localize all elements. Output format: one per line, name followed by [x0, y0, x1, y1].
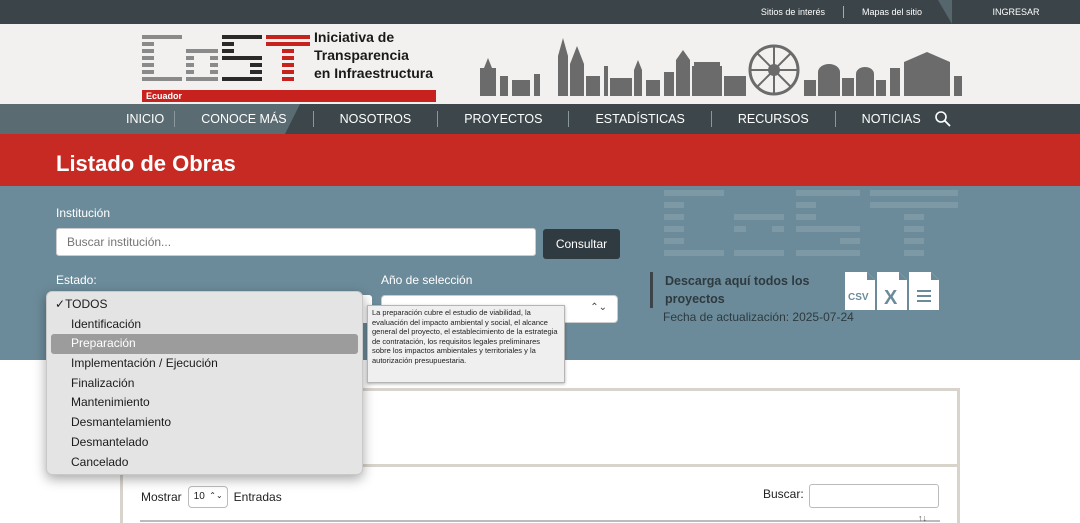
nav-item-estadisticas[interactable]: ESTADÍSTICAS — [569, 111, 712, 127]
nav-items: INICIO CONOCE MÁS NOSOTROS PROYECTOS EST… — [108, 104, 947, 134]
csv-text: CSV — [848, 292, 869, 303]
nav-item-proyectos[interactable]: PROYECTOS — [438, 111, 570, 127]
estado-option-mantenimiento[interactable]: Mantenimiento — [51, 393, 358, 413]
ingresar-accent — [938, 0, 952, 24]
entries-length-control: Mostrar 10 ⌃⌄ Entradas — [141, 486, 282, 508]
sitios-link[interactable]: Sitios de interés — [743, 7, 843, 17]
brand-line-2: Transparencia — [314, 47, 409, 63]
estado-option-desmantelamiento[interactable]: Desmantelamiento — [51, 413, 358, 433]
estado-option-finalizacion[interactable]: Finalización — [51, 374, 358, 394]
nav-item-conoce-mas[interactable]: CONOCE MÁS — [175, 111, 314, 127]
title-bar: Listado de Obras — [0, 134, 1080, 186]
top-links: Sitios de interés Mapas del sitio — [743, 0, 940, 24]
page-title: Listado de Obras — [56, 151, 236, 176]
brand-line-1: Iniciativa de — [314, 29, 395, 45]
anio-label: Año de selección — [381, 273, 473, 287]
estado-dropdown-menu: ✓TODOS Identificación Preparación Implem… — [46, 291, 363, 475]
option-label: TODOS — [65, 297, 108, 311]
option-tooltip: La preparación cubre el estudio de viabi… — [367, 305, 565, 383]
buscar-label: Buscar: — [763, 487, 804, 501]
consultar-button[interactable]: Consultar — [543, 229, 620, 259]
select-chevron-icon: ⌃⌄ — [209, 491, 223, 500]
nav-item-inicio[interactable]: INICIO — [108, 111, 176, 127]
entries-select[interactable]: 10 ⌃⌄ — [187, 486, 228, 508]
estado-option-desmantelado[interactable]: Desmantelado — [51, 433, 358, 453]
estado-option-cancelado[interactable]: Cancelado — [51, 453, 358, 473]
estado-option-identificacion[interactable]: Identificación — [51, 315, 358, 335]
check-icon: ✓ — [55, 297, 66, 311]
select-chevron-icon: ⌃⌄ — [590, 302, 607, 313]
sort-icon[interactable]: ↑↓ — [918, 513, 927, 523]
entradas-label: Entradas — [233, 490, 282, 504]
table-search-input[interactable] — [809, 484, 939, 508]
country-tag: Ecuador — [142, 90, 436, 102]
nav-item-noticias[interactable]: NOTICIAS — [836, 111, 947, 127]
cost-logo[interactable] — [142, 31, 312, 89]
search-icon[interactable] — [934, 110, 952, 128]
csv-file-icon[interactable]: CSV — [845, 272, 875, 310]
nav-item-recursos[interactable]: RECURSOS — [712, 111, 836, 127]
main-nav: INICIO CONOCE MÁS NOSOTROS PROYECTOS EST… — [0, 104, 1080, 134]
x-text: X — [884, 287, 898, 309]
download-icons: CSV X — [845, 272, 939, 310]
mapas-link[interactable]: Mapas del sitio — [844, 7, 940, 17]
update-date: Fecha de actualización: 2025-07-24 — [663, 310, 854, 324]
brand-name: Iniciativa de Transparencia en Infraestr… — [314, 28, 433, 82]
brand-line-3: en Infraestructura — [314, 65, 434, 81]
estado-label: Estado: — [56, 273, 97, 287]
text-file-icon[interactable] — [909, 272, 939, 310]
download-title: Descarga aquí todos los proyectos — [665, 274, 810, 306]
table-header-line — [140, 520, 940, 522]
nav-item-nosotros[interactable]: NOSOTROS — [314, 111, 439, 127]
ingresar-button[interactable]: INGRESAR — [952, 0, 1080, 24]
institucion-label: Institución — [56, 206, 111, 220]
download-section: Descarga aquí todos los proyectos — [650, 272, 825, 308]
top-bar: Sitios de interés Mapas del sitio INGRES… — [0, 0, 1080, 24]
excel-file-icon[interactable]: X — [877, 272, 907, 310]
entries-select-value: 10 — [193, 491, 205, 502]
city-skyline-illustration — [480, 38, 962, 96]
estado-option-preparacion[interactable]: Preparación — [51, 334, 358, 355]
institucion-search-input[interactable] — [56, 228, 536, 256]
estado-option-implementacion[interactable]: Implementación / Ejecución — [51, 354, 358, 374]
site-header: Ecuador Iniciativa de Transparencia en I… — [0, 24, 1080, 104]
estado-option-todos[interactable]: ✓TODOS — [51, 295, 358, 315]
mostrar-label: Mostrar — [141, 490, 182, 504]
